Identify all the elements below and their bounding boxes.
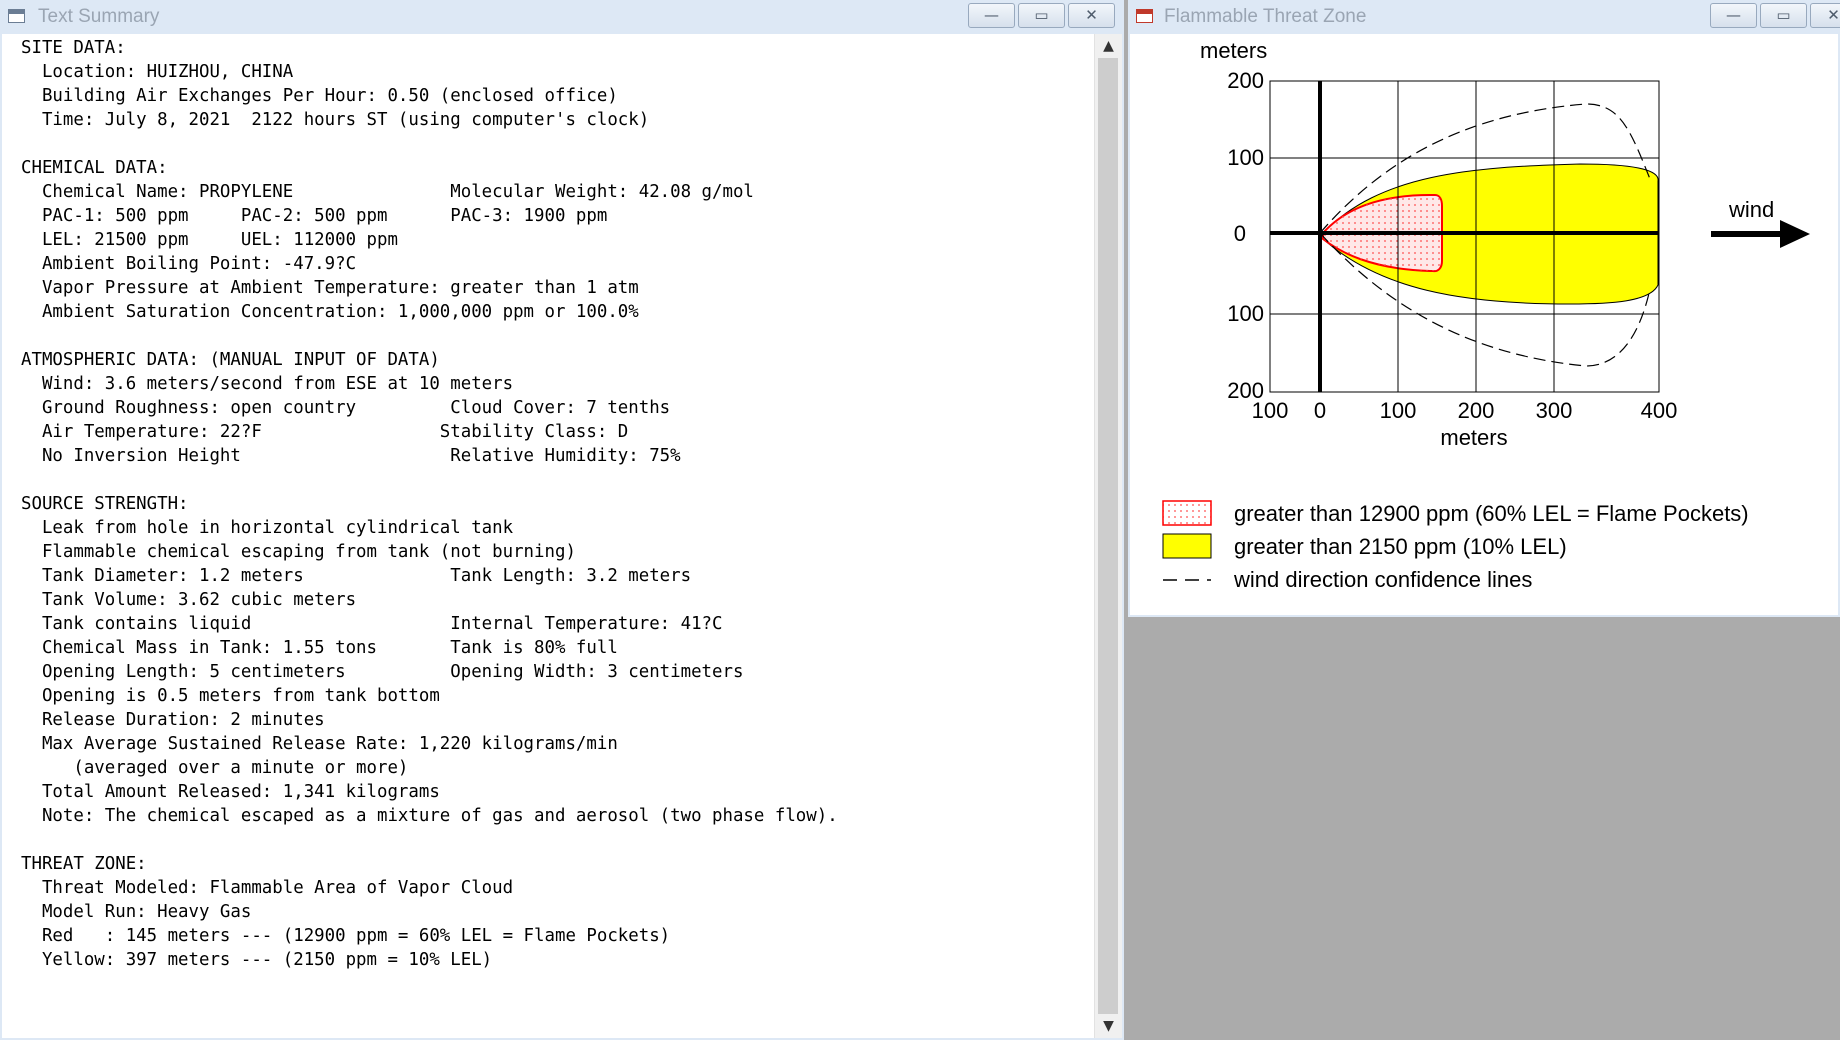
legend-dash-label: wind direction confidence lines <box>1233 567 1532 592</box>
summary-line: Yellow: 397 meters --- (2150 ppm = 10% L… <box>21 950 493 970</box>
y-tick: 100 <box>1227 145 1264 170</box>
x-tick: 100 <box>1380 398 1417 423</box>
threat-zone-plot: meters 200 100 0 100 200 100 0 100 200 3… <box>1162 38 1810 592</box>
summary-line: ATMOSPHERIC DATA: (MANUAL INPUT OF DATA) <box>21 350 440 370</box>
scroll-up-icon[interactable]: ▲ <box>1095 34 1122 58</box>
minimize-button[interactable]: — <box>968 3 1015 28</box>
legend-yellow-swatch <box>1162 533 1212 559</box>
summary-line: Red : 145 meters --- (12900 ppm = 60% LE… <box>21 926 671 946</box>
summary-text: SITE DATA: Location: HUIZHOU, CHINA Buil… <box>2 34 1095 972</box>
text-summary-titlebar[interactable]: Text Summary — ▭ ✕ <box>2 2 1122 35</box>
legend-red-swatch <box>1162 500 1212 526</box>
summary-text-area[interactable]: SITE DATA: Location: HUIZHOU, CHINA Buil… <box>2 34 1095 1038</box>
summary-line: Opening Length: 5 centimeters Opening Wi… <box>21 662 744 682</box>
x-axis-unit: meters <box>1440 425 1507 450</box>
summary-line: Wind: 3.6 meters/second from ESE at 10 m… <box>21 374 514 394</box>
close-button[interactable]: ✕ <box>1068 3 1115 28</box>
summary-line: Total Amount Released: 1,341 kilograms <box>21 782 440 802</box>
summary-line: Model Run: Heavy Gas <box>21 902 252 922</box>
summary-line: Ambient Boiling Point: -47.9?C <box>21 254 357 274</box>
threat-zone-title: Flammable Threat Zone <box>1164 6 1367 27</box>
x-tick: 400 <box>1641 398 1678 423</box>
scroll-down-icon[interactable]: ▼ <box>1095 1014 1122 1038</box>
threat-maximize-button[interactable]: ▭ <box>1760 3 1807 28</box>
summary-line: Vapor Pressure at Ambient Temperature: g… <box>21 278 639 298</box>
text-summary-title: Text Summary <box>38 6 160 27</box>
summary-line: Chemical Mass in Tank: 1.55 tons Tank is… <box>21 638 618 658</box>
summary-line: Ambient Saturation Concentration: 1,000,… <box>21 302 639 322</box>
threat-zone-titlebar[interactable]: Flammable Threat Zone — ▭ ✕ <box>1130 2 1840 35</box>
wind-arrow-icon <box>1711 220 1810 248</box>
summary-line: SITE DATA: <box>21 38 126 58</box>
y-tick: 100 <box>1227 301 1264 326</box>
x-tick: 300 <box>1536 398 1573 423</box>
summary-line: Time: July 8, 2021 2122 hours ST (using … <box>21 110 650 130</box>
wind-label: wind <box>1728 197 1774 222</box>
summary-line: Building Air Exchanges Per Hour: 0.50 (e… <box>21 86 618 106</box>
legend-yellow-label: greater than 2150 ppm (10% LEL) <box>1234 534 1567 559</box>
x-tick: 200 <box>1458 398 1495 423</box>
summary-line: CHEMICAL DATA: <box>21 158 168 178</box>
x-tick: 100 <box>1252 398 1289 423</box>
threat-close-button[interactable]: ✕ <box>1810 3 1840 28</box>
threat-zone-window[interactable]: Flammable Threat Zone — ▭ ✕ meters 200 1… <box>1128 0 1840 617</box>
summary-line: Note: The chemical escaped as a mixture … <box>21 806 838 826</box>
summary-line: Max Average Sustained Release Rate: 1,22… <box>21 734 618 754</box>
text-window-icon <box>8 9 25 23</box>
threat-minimize-button[interactable]: — <box>1710 3 1757 28</box>
summary-line: Threat Modeled: Flammable Area of Vapor … <box>21 878 514 898</box>
summary-line: PAC-1: 500 ppm PAC-2: 500 ppm PAC-3: 190… <box>21 206 608 226</box>
summary-line: Location: HUIZHOU, CHINA <box>21 62 294 82</box>
summary-line: Release Duration: 2 minutes <box>21 710 325 730</box>
maximize-button[interactable]: ▭ <box>1018 3 1065 28</box>
summary-line: Tank contains liquid Internal Temperatur… <box>21 614 723 634</box>
summary-line: Ground Roughness: open country Cloud Cov… <box>21 398 671 418</box>
y-tick: 200 <box>1227 68 1264 93</box>
summary-line: Chemical Name: PROPYLENE Molecular Weigh… <box>21 182 754 202</box>
summary-line: THREAT ZONE: <box>21 854 147 874</box>
y-axis-unit: meters <box>1200 38 1267 63</box>
y-tick: 0 <box>1234 221 1246 246</box>
legend-red-label: greater than 12900 ppm (60% LEL = Flame … <box>1234 501 1749 526</box>
summary-line: Tank Diameter: 1.2 meters Tank Length: 3… <box>21 566 692 586</box>
summary-line: Opening is 0.5 meters from tank bottom <box>21 686 440 706</box>
flame-icon <box>1136 9 1153 23</box>
vertical-scrollbar[interactable]: ▲ ▼ <box>1094 34 1122 1038</box>
summary-line: Leak from hole in horizontal cylindrical… <box>21 518 514 538</box>
summary-line: Flammable chemical escaping from tank (n… <box>21 542 576 562</box>
threat-plot-area: meters 200 100 0 100 200 100 0 100 200 3… <box>1130 34 1838 615</box>
summary-line: (averaged over a minute or more) <box>21 758 409 778</box>
summary-line: Tank Volume: 3.62 cubic meters <box>21 590 357 610</box>
scrollbar-thumb[interactable] <box>1098 58 1118 1014</box>
x-tick: 0 <box>1314 398 1326 423</box>
summary-line: No Inversion Height Relative Humidity: 7… <box>21 446 681 466</box>
text-summary-window[interactable]: Text Summary — ▭ ✕ SITE DATA: Location: … <box>0 0 1124 1040</box>
legend: greater than 12900 ppm (60% LEL = Flame … <box>1162 500 1749 592</box>
summary-line: LEL: 21500 ppm UEL: 112000 ppm <box>21 230 398 250</box>
summary-line: SOURCE STRENGTH: <box>21 494 189 514</box>
summary-line: Air Temperature: 22?F Stability Class: D <box>21 422 629 442</box>
